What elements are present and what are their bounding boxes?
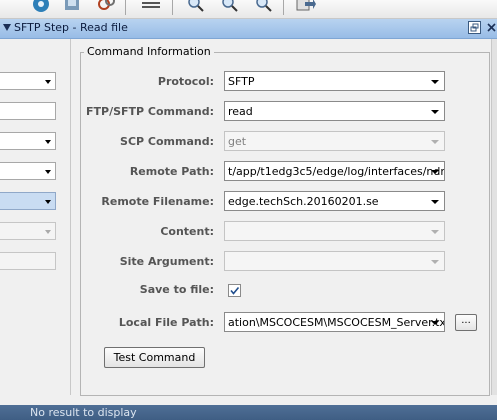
checkmark-icon (230, 286, 240, 295)
dropdown-arrow-icon[interactable] (431, 200, 439, 204)
scp-command-select[interactable]: get (224, 131, 445, 151)
remote-path-combo[interactable]: t/app/t1edg3c5/edge/log/interfaces/ndm (224, 161, 445, 181)
left-text-field-2[interactable] (0, 252, 56, 270)
group-legend: Command Information (84, 45, 214, 58)
database-icon[interactable] (62, 0, 84, 14)
dropdown-arrow-icon (45, 170, 51, 174)
zoom-in-icon[interactable] (218, 0, 240, 14)
left-text-field-1[interactable] (0, 102, 56, 120)
left-settings-panel (0, 39, 71, 395)
remote-filename-label: Remote Filename: (101, 195, 214, 208)
save-to-file-checkbox[interactable] (228, 284, 241, 297)
dropdown-arrow-icon (45, 230, 51, 234)
remote-path-value: t/app/t1edg3c5/edge/log/interfaces/ndm (228, 165, 445, 178)
dropdown-arrow-icon (431, 140, 439, 144)
link-tool-icon[interactable] (95, 0, 117, 14)
dropdown-arrow-icon (431, 80, 439, 84)
local-file-path-label: Local File Path: (118, 316, 214, 329)
site-argument-select[interactable] (224, 251, 445, 271)
restore-window-icon[interactable] (468, 21, 481, 34)
export-icon[interactable] (295, 0, 317, 14)
left-dropdown-3[interactable] (0, 162, 56, 180)
left-dropdown-4[interactable] (0, 192, 56, 210)
test-command-button[interactable]: Test Command (104, 347, 205, 368)
remote-filename-value: edge.techSch.20160201.se (228, 195, 379, 208)
left-dropdown-1[interactable] (0, 72, 56, 90)
toolbar-separator (125, 0, 126, 15)
toolbar-separator (172, 0, 173, 15)
toolbar-separator (283, 0, 284, 15)
toolbar (0, 0, 497, 19)
local-file-path-combo[interactable]: ation\MSCOCESM\MSCOCESM_Server.txt (224, 312, 445, 332)
site-argument-label: Site Argument: (119, 255, 214, 268)
zoom-out-icon[interactable] (252, 0, 274, 14)
step-titlebar: SFTP Step - Read file (0, 19, 497, 39)
ftp-command-value: read (228, 105, 253, 118)
collapse-arrow-icon[interactable] (3, 24, 11, 31)
vertical-scrollbar[interactable] (491, 39, 497, 395)
dropdown-arrow-icon[interactable] (431, 170, 439, 174)
browse-button[interactable]: ... (455, 314, 477, 331)
zoom-icon[interactable] (184, 0, 206, 14)
status-text: No result to display (30, 406, 137, 419)
dropdown-arrow-icon (45, 140, 51, 144)
window-title: SFTP Step - Read file (14, 21, 128, 34)
left-dropdown-2[interactable] (0, 132, 56, 150)
protocol-value: SFTP (228, 75, 255, 88)
dropdown-arrow-icon (431, 230, 439, 234)
settings-gear-icon[interactable] (30, 0, 52, 14)
scp-command-value: get (228, 135, 247, 148)
dropdown-arrow-icon (431, 260, 439, 264)
dropdown-arrow-icon[interactable] (431, 321, 439, 325)
content-select[interactable] (224, 221, 445, 241)
scp-command-label: SCP Command: (120, 135, 214, 148)
save-to-file-label: Save to file: (139, 283, 214, 296)
protocol-label: Protocol: (157, 75, 214, 88)
local-file-path-value: ation\MSCOCESM\MSCOCESM_Server.txt (228, 316, 445, 329)
left-dropdown-5[interactable] (0, 222, 56, 240)
dropdown-arrow-icon (431, 110, 439, 114)
result-status-bar: No result to display (0, 405, 497, 420)
remote-filename-combo[interactable]: edge.techSch.20160201.se (224, 191, 445, 211)
remote-path-label: Remote Path: (129, 165, 214, 178)
ftp-command-label: FTP/SFTP Command: (85, 105, 214, 118)
dropdown-arrow-icon (45, 200, 51, 204)
protocol-select[interactable]: SFTP (224, 71, 445, 91)
list-view-icon[interactable] (140, 0, 162, 14)
ftp-command-select[interactable]: read (224, 101, 445, 121)
content-label: Content: (160, 225, 214, 238)
dropdown-arrow-icon (45, 80, 51, 84)
close-window-icon[interactable] (485, 21, 497, 34)
